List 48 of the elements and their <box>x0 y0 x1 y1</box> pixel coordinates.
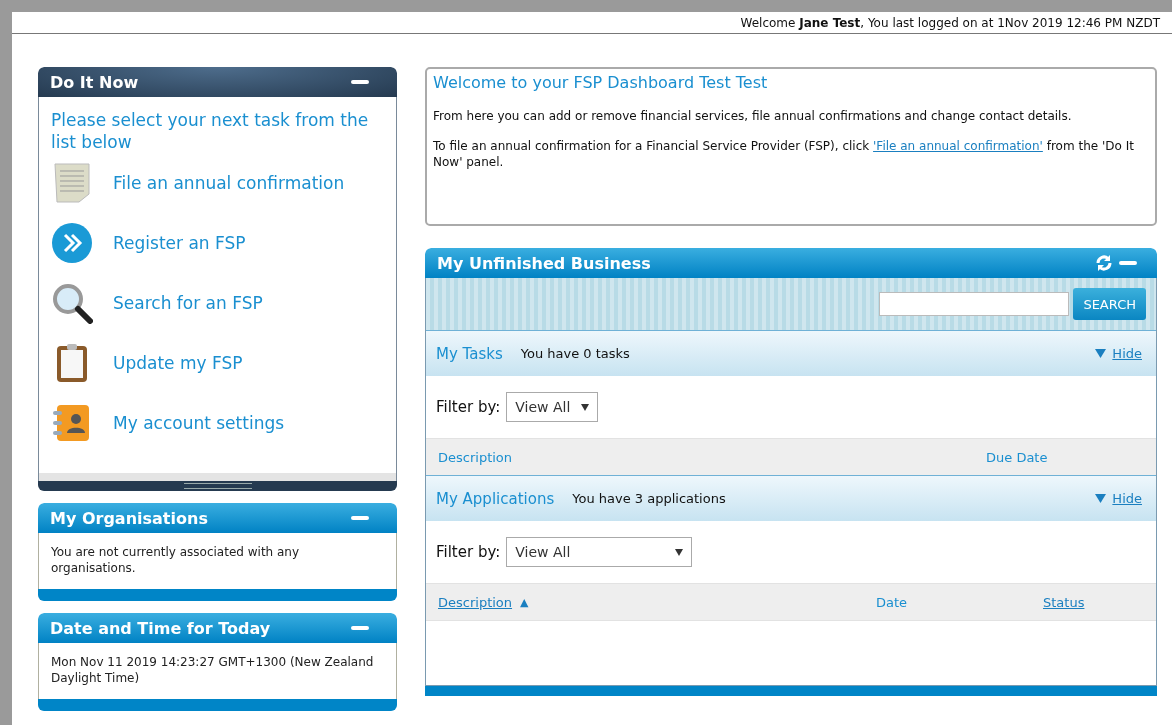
task-link[interactable]: Register an FSP <box>51 213 384 273</box>
panel-title: Date and Time for Today <box>50 618 271 638</box>
dropdown-arrow-icon <box>675 548 684 556</box>
filter-label: Filter by: <box>436 398 501 416</box>
collapse-icon[interactable] <box>351 516 369 520</box>
column-header-link[interactable]: Status <box>1043 594 1085 610</box>
section-summary: You have 3 applications <box>572 491 727 506</box>
collapse-triangle-icon[interactable] <box>1095 349 1107 358</box>
panel-title: My Organisations <box>50 508 208 528</box>
instruction-paragraph: To file an annual confirmation for a Financial Service Provider (FSP), click 'File an annual confirmation' from the 'Do It Now' panel. <box>433 138 1135 170</box>
search-icon <box>51 282 93 324</box>
section-title: My Tasks <box>436 344 503 363</box>
filter-label: Filter by: <box>436 543 501 561</box>
panel-title: Do It Now <box>50 72 139 92</box>
task-link[interactable]: File an annual confirmation <box>51 153 384 213</box>
task-link[interactable]: Update my FSP <box>51 333 384 393</box>
document-icon <box>51 162 93 204</box>
hide-link[interactable]: Hide <box>1112 346 1142 361</box>
panel-title: My Unfinished Business <box>437 253 651 273</box>
section-title: My Applications <box>436 489 555 508</box>
filter-select[interactable]: View All <box>506 537 693 567</box>
confirmation-link[interactable]: 'File an annual confirmation' <box>873 139 1043 153</box>
hide-link[interactable]: Hide <box>1112 491 1142 506</box>
intro-text: Please select your next task from the list below <box>51 109 370 153</box>
column-header: Due Date <box>986 449 1048 465</box>
task-link[interactable]: Search for an FSP <box>51 273 384 333</box>
search-button[interactable]: SEARCH <box>1073 288 1146 320</box>
column-header: Date <box>876 594 908 610</box>
login-info: Welcome Jane Test, You last logged on at 1Nov 2019 12:46 PM NZDT <box>740 16 1160 30</box>
search-field[interactable] <box>879 292 1070 316</box>
resize-grip[interactable] <box>183 483 252 489</box>
column-header: Description <box>438 449 513 465</box>
refresh-icon[interactable] <box>1095 254 1113 272</box>
welcome-title: Welcome to your FSP Dashboard Test Test <box>433 73 769 92</box>
collapse-icon[interactable] <box>351 80 369 84</box>
dropdown-arrow-icon <box>581 403 590 411</box>
collapse-icon[interactable] <box>351 626 369 630</box>
collapse-triangle-icon[interactable] <box>1095 494 1107 503</box>
task-link[interactable]: My account settings <box>51 393 384 453</box>
collapse-icon[interactable] <box>1119 261 1137 265</box>
filter-select[interactable]: View All <box>506 392 599 422</box>
forward-icon <box>51 222 93 264</box>
column-header-link[interactable]: Description <box>438 594 513 610</box>
section-summary: You have 0 tasks <box>520 346 631 361</box>
panel-text: You are not currently associated with any organisations. <box>51 544 301 576</box>
panel-text: Mon Nov 11 2019 14:23:27 GMT+1300 (New Zealand Daylight Time) <box>51 654 375 686</box>
sort-arrow: ▲ <box>520 595 529 609</box>
intro-paragraph: From here you can add or remove financial services, file annual confirmations and change contact details. <box>433 108 1073 124</box>
